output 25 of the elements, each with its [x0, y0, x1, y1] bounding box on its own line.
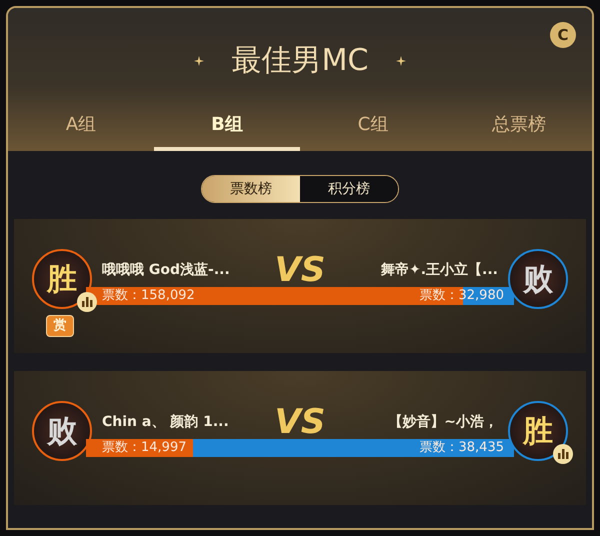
result-label: 胜 [523, 412, 553, 450]
avatar[interactable]: 胜 [508, 401, 568, 461]
tab[interactable]: 总票榜 [446, 101, 592, 151]
result-label: 胜 [47, 260, 77, 298]
avatar[interactable]: 胜 [32, 249, 92, 309]
result-label: 败 [523, 260, 553, 298]
vs-logo: VS [274, 405, 326, 439]
title: 最佳男MC [232, 42, 368, 80]
vs-logo: VS [274, 253, 326, 287]
avatar[interactable]: 败 [508, 249, 568, 309]
corner-button[interactable]: C [550, 22, 576, 48]
vote-count: 票数：158,092 [101, 287, 195, 306]
toggle-option[interactable]: 票数榜 [202, 176, 300, 202]
toggle-option[interactable]: 积分榜 [300, 176, 398, 202]
tab[interactable]: A组 [8, 101, 154, 151]
vote-count: 票数：14,997 [101, 439, 186, 458]
player-name: 舞帝✦.王小立【... [380, 260, 498, 280]
tab[interactable]: B组 [154, 101, 300, 151]
result-label: 败 [47, 412, 77, 450]
player-name: Chin a、 颜韵 1... [102, 412, 230, 432]
player-name: 【妙音】~小浩， [387, 412, 498, 432]
tab[interactable]: C组 [300, 101, 446, 151]
avatar[interactable]: 败 [32, 401, 92, 461]
player-name: 哦哦哦 God浅蓝-... [102, 260, 231, 280]
vote-count: 票数：38,435 [420, 439, 505, 458]
